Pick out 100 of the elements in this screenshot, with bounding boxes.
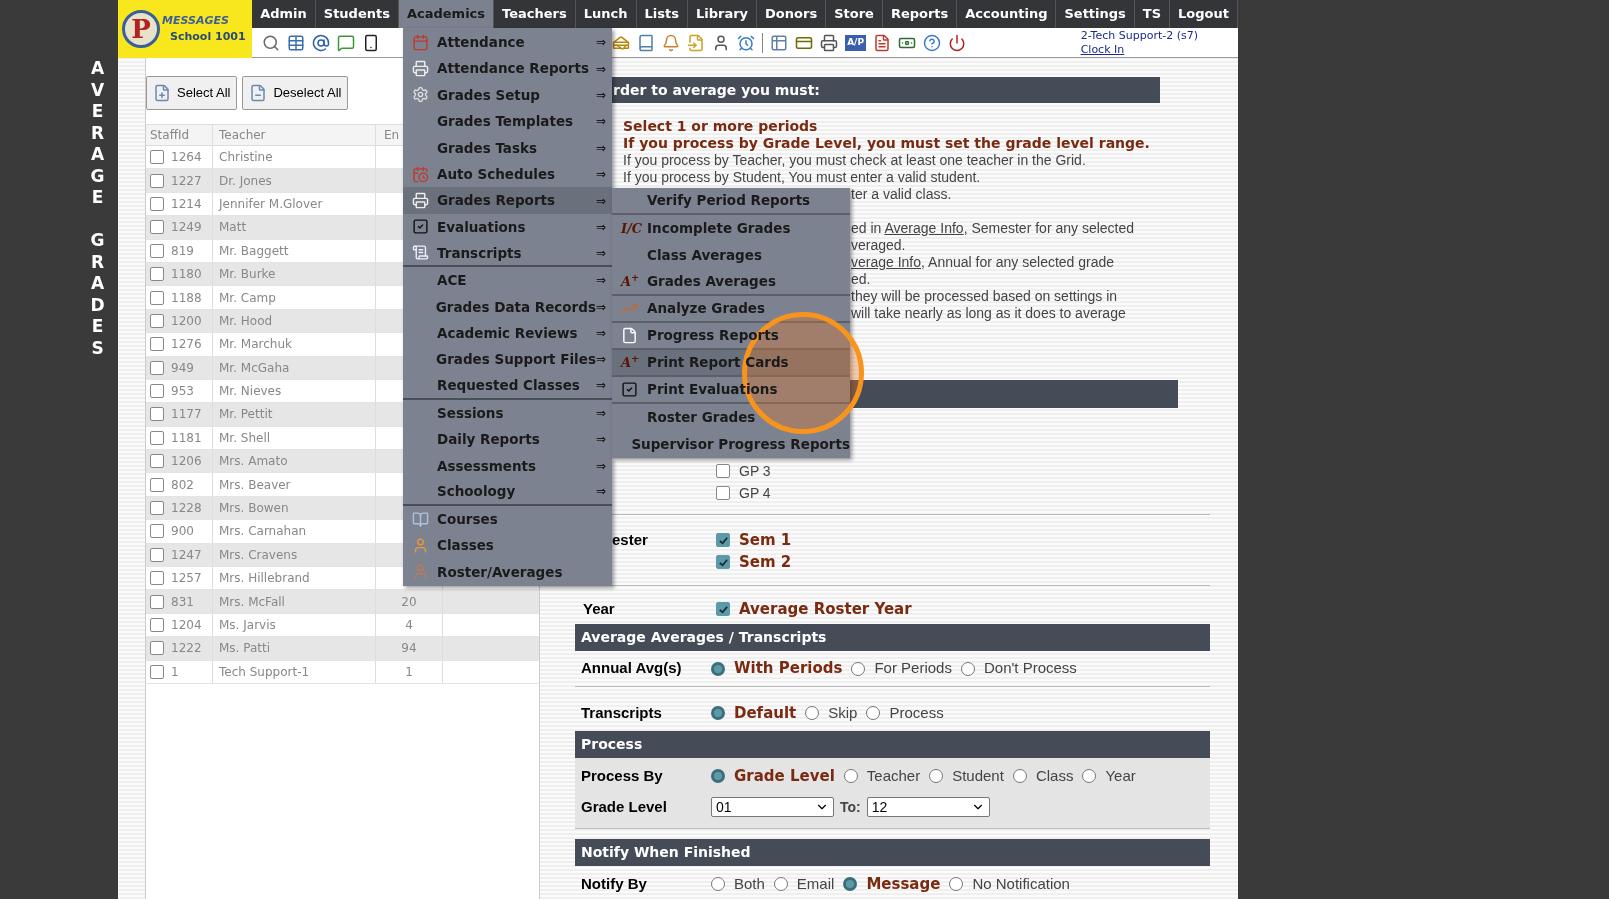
submenu-item[interactable]: Class Averages: [612, 242, 850, 269]
radio-label: For Periods: [874, 658, 952, 679]
menu-item[interactable]: Grades Reports ⇒: [403, 187, 612, 214]
menu-item[interactable]: Classes: [403, 532, 612, 559]
menu-item[interactable]: Evaluations ⇒: [403, 213, 612, 241]
staff-id-cell-text: 1264: [171, 149, 202, 167]
teacher-cell: Mr. McGaha: [213, 356, 376, 379]
teacher-cell: Ms. Jarvis: [213, 613, 376, 637]
grade-to-select[interactable]: 12: [866, 797, 990, 817]
teacher-cell: Mr. Pettit: [213, 403, 376, 426]
period-label: GP 3: [739, 461, 771, 481]
ap-icon[interactable]: A/P: [845, 34, 866, 51]
logo[interactable]: P MESSAGES School 1001: [118, 0, 253, 58]
arrow-label: ⇒: [595, 139, 606, 157]
instruction-line: veraged.: [851, 237, 907, 254]
menu-item[interactable]: Grades Templates ⇒: [403, 108, 612, 135]
menu-item[interactable]: Academic Reviews ⇒: [403, 319, 612, 347]
staff-id-cell-text: 1177: [171, 406, 202, 424]
staff-id-cell-text: 953: [171, 383, 194, 401]
submenu-item[interactable]: A$^{+}$ Grades Averages: [612, 269, 850, 296]
select-all-button[interactable]: Select All: [146, 76, 238, 110]
radio-label: Class: [1035, 765, 1074, 786]
submenu-item[interactable]: Verify Period Reports: [612, 188, 850, 215]
radio-label: Both: [734, 873, 765, 894]
menu-item[interactable]: Grades Support Files⇒: [403, 346, 612, 373]
menu-item[interactable]: Daily Reports ⇒: [403, 426, 612, 453]
instruction-line: If you process by Teacher, you must check at least one teacher in the Grid.: [623, 152, 1087, 169]
teacher-cell: Mrs. Amato: [213, 450, 376, 473]
arrow-label: ⇒: [595, 244, 606, 262]
staff-id-cell-text: 831: [171, 593, 194, 611]
arrow-label: ⇒: [595, 60, 606, 78]
staff-id-cell-text: 1206: [171, 453, 202, 471]
arrow-label: ⇒: [595, 192, 606, 210]
teacher-cell: Mrs. Carnahan: [213, 520, 376, 543]
nav-tab[interactable]: Academics: [398, 0, 495, 28]
arrow-label: ⇒: [595, 351, 606, 369]
field-label: Year: [582, 598, 616, 619]
radio-label: Default: [734, 702, 797, 724]
column-header[interactable]: StaffId: [146, 125, 213, 145]
menu-item[interactable]: Attendance ⇒: [403, 29, 612, 56]
column-header[interactable]: Teacher: [213, 125, 376, 145]
submenu-item[interactable]: Roster Grades: [612, 404, 850, 431]
instruction-line: will take nearly as long as it does to average: [851, 305, 1127, 322]
staff-id-cell-text: 900: [171, 523, 194, 541]
arrow-label: ⇒: [595, 483, 606, 501]
menu-item[interactable]: Assessments ⇒: [403, 452, 612, 479]
menu-item[interactable]: Grades Setup ⇒: [403, 81, 612, 109]
arrow-label: ⇒: [595, 86, 606, 104]
count-cell: 20: [376, 590, 443, 613]
grade-from-select[interactable]: 01: [711, 797, 834, 817]
menu-item[interactable]: Auto Schedules ⇒: [403, 160, 612, 188]
staff-id-cell-text: 949: [171, 359, 194, 377]
arrow-label: ⇒: [595, 457, 606, 475]
arrow-label: ⇒: [595, 34, 606, 52]
teacher-cell: Mrs. Hillebrand: [213, 567, 376, 590]
count-cell: 1: [376, 660, 443, 683]
menu-item[interactable]: Sessions ⇒: [403, 399, 612, 427]
menu-item[interactable]: ACE ⇒: [403, 267, 612, 294]
menu-item[interactable]: Schoology ⇒: [403, 478, 612, 506]
menu-item[interactable]: Attendance Reports ⇒: [403, 55, 612, 82]
staff-id-cell-text: 1181: [171, 429, 202, 447]
submenu-item[interactable]: Supervisor Progress Reports: [612, 431, 850, 458]
menu-item[interactable]: Grades Tasks ⇒: [403, 134, 612, 161]
grade-glyph-icon: A$^{+}$: [621, 271, 640, 292]
deselect-all-button[interactable]: Deselect All: [242, 76, 349, 110]
clock-in-link[interactable]: Clock In: [1080, 42, 1198, 57]
staff-id-cell-text: 1257: [171, 570, 202, 588]
arrow-label: ⇒: [595, 298, 606, 316]
teacher-cell: Mrs. Cravens: [213, 543, 376, 567]
submenu-item[interactable]: I/C Incomplete Grades: [612, 215, 850, 242]
staff-id-cell-text: 1204: [171, 617, 202, 634]
semester-label: Sem 1: [739, 529, 792, 551]
staff-id-cell-text: 1247: [171, 546, 202, 564]
submenu-item[interactable]: Analyze Grades: [612, 296, 850, 323]
grade-glyph-icon: A$^{+}$: [621, 352, 640, 373]
instruction-line: verage Info, Annual for any selected grade: [851, 254, 1116, 271]
radio-label: Grade Level: [734, 765, 835, 787]
staff-id-cell-text: 1180: [171, 266, 202, 284]
menu-item[interactable]: Grades Data Records⇒: [403, 293, 612, 320]
field-label: Process By: [580, 765, 664, 786]
year-option-label: Average Roster Year: [739, 598, 912, 620]
instruction-line: ed.: [851, 271, 872, 288]
teacher-cell: Mrs. Beaver: [213, 473, 376, 496]
staff-id-cell-text: 1222: [171, 640, 202, 658]
menu-item[interactable]: Roster/Averages: [403, 558, 612, 586]
teacher-cell: Tech Support-1: [213, 660, 376, 683]
staff-id-cell-text: 802: [171, 476, 194, 494]
arrow-label: ⇒: [595, 272, 606, 290]
menu-item[interactable]: Courses: [403, 505, 612, 533]
staff-id-cell-text: 819: [171, 242, 194, 260]
radio-label: Email: [796, 873, 835, 894]
arrow-label: ⇒: [595, 166, 606, 184]
teacher-cell: Mr. Hood: [213, 309, 376, 333]
teacher-cell: Mrs. Bowen: [213, 496, 376, 520]
teacher-cell: Mr. Shell: [213, 426, 376, 450]
instruction-line: If you process by Grade Level, you must set the grade level range.: [623, 135, 1151, 152]
instruction-line: ed in Average Info, Semester for any selected: [851, 220, 1136, 237]
teacher-cell: Mr. Baggett: [213, 239, 376, 262]
arrow-label: ⇒: [595, 431, 606, 449]
average-info-link[interactable]: Average Info: [884, 220, 964, 236]
